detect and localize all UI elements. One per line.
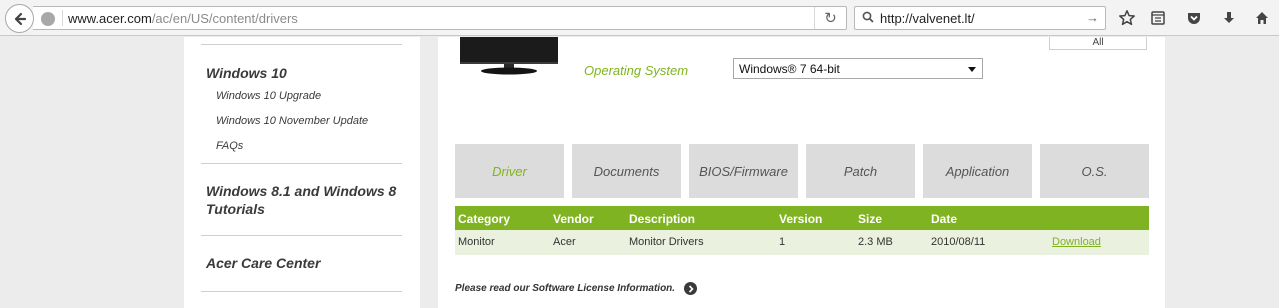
tab-os[interactable]: O.S. (1040, 144, 1149, 198)
column-header-version: Version (779, 212, 823, 226)
download-icon[interactable] (1219, 8, 1239, 28)
drivers-table: Category Vendor Description Version Size… (455, 206, 1149, 255)
reload-icon[interactable]: ↻ (814, 7, 846, 29)
monitor-product-image (460, 37, 558, 75)
column-header-category: Category (458, 212, 511, 226)
back-button[interactable] (5, 4, 34, 33)
globe-icon (41, 12, 55, 26)
cell-size: 2.3 MB (858, 236, 893, 248)
divider (201, 44, 402, 45)
search-icon (862, 11, 874, 23)
sidebar-heading-windows-8-tutorials[interactable]: Windows 8.1 and Windows 8 Tutorials (206, 182, 406, 218)
address-bar[interactable]: www.acer.com/ac/en/US/content/drivers ↻ (33, 6, 847, 30)
sidebar-heading-acer-care-center[interactable]: Acer Care Center (206, 254, 406, 272)
all-filter-button[interactable]: All (1049, 37, 1147, 50)
download-link[interactable]: Download (1052, 236, 1101, 248)
url-path: /ac/en/US/content/drivers (151, 11, 298, 26)
tab-driver[interactable]: Driver (455, 144, 564, 198)
tab-documents[interactable]: Documents (572, 144, 681, 198)
search-go-icon[interactable]: → (1086, 10, 1099, 25)
os-select-value: Windows® 7 64-bit (739, 62, 840, 76)
cell-category: Monitor (458, 236, 495, 248)
tab-application[interactable]: Application (923, 144, 1032, 198)
table-row: Monitor Acer Monitor Drivers 1 2.3 MB 20… (455, 230, 1149, 255)
main-content: All Operating System Windows® 7 64-bit D… (438, 37, 1165, 308)
sidebar-heading-windows-10[interactable]: Windows 10 (206, 64, 406, 82)
search-bar[interactable]: http://valvenet.lt/ → (854, 6, 1106, 30)
column-header-size: Size (858, 212, 883, 226)
sidebar-link-windows-10-november-update[interactable]: Windows 10 November Update (216, 115, 368, 127)
cell-vendor: Acer (553, 236, 576, 248)
cell-date: 2010/08/11 (931, 236, 986, 248)
url-domain: www.acer.com (68, 11, 152, 26)
cell-description: Monitor Drivers (629, 236, 704, 248)
tab-patch[interactable]: Patch (806, 144, 915, 198)
divider (201, 291, 402, 292)
divider (201, 163, 402, 164)
arrow-right-circle-icon[interactable] (684, 282, 697, 295)
pocket-icon[interactable] (1184, 8, 1204, 28)
bookmark-star-icon[interactable] (1117, 8, 1137, 28)
search-input[interactable]: http://valvenet.lt/ (880, 11, 975, 26)
home-icon[interactable] (1252, 8, 1272, 28)
sidebar-link-faqs[interactable]: FAQs (216, 140, 243, 152)
cell-version: 1 (779, 236, 786, 248)
tab-bios-firmware[interactable]: BIOS/Firmware (689, 144, 798, 198)
back-icon (14, 12, 26, 25)
column-header-date: Date (931, 212, 958, 226)
license-notice[interactable]: Please read our Software License Informa… (455, 283, 675, 294)
column-header-description: Description (629, 212, 696, 226)
address-divider (62, 10, 63, 26)
os-label: Operating System (584, 63, 689, 78)
sidebar-link-windows-10-upgrade[interactable]: Windows 10 Upgrade (216, 90, 321, 102)
reading-list-icon[interactable] (1148, 8, 1168, 28)
page-scrollbar[interactable] (1263, 37, 1279, 308)
sidebar: Windows 10 Windows 10 Upgrade Windows 10… (184, 37, 420, 308)
browser-toolbar: www.acer.com/ac/en/US/content/drivers ↻ … (0, 0, 1279, 36)
divider (201, 235, 402, 236)
column-header-vendor: Vendor (553, 212, 594, 226)
dropdown-arrow-icon (968, 67, 976, 72)
os-select[interactable]: Windows® 7 64-bit (733, 58, 983, 79)
table-header: Category Vendor Description Version Size… (455, 206, 1149, 230)
address-text[interactable]: www.acer.com/ac/en/US/content/drivers (68, 11, 298, 26)
